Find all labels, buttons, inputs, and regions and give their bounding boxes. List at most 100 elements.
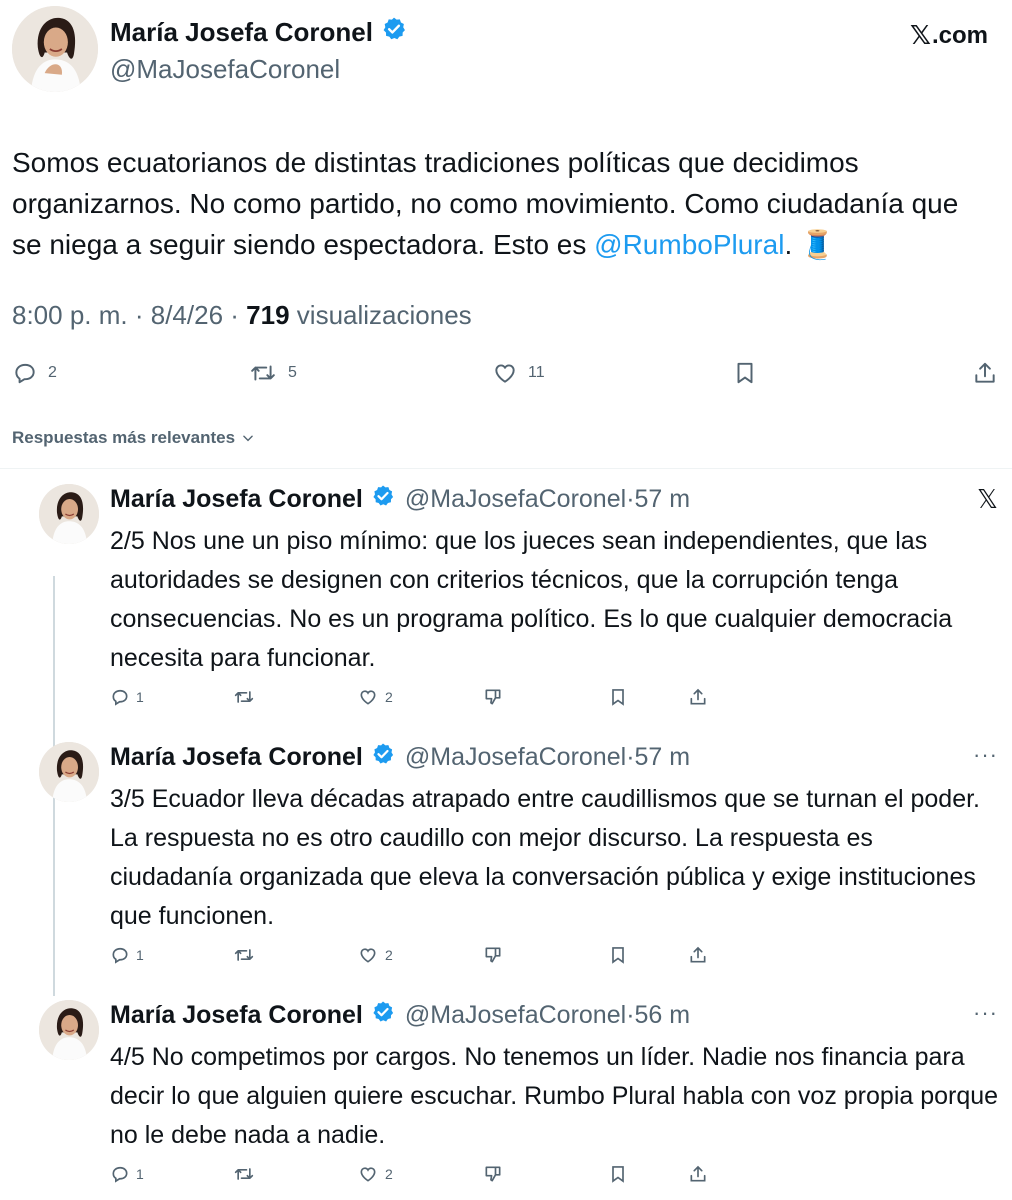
reply-action-bar: 1 2: [110, 687, 730, 711]
like-count: 2: [385, 689, 393, 705]
reply-avatar[interactable]: [39, 484, 99, 544]
author-handle[interactable]: @MaJosefaCoronel: [405, 1001, 626, 1030]
reply-age[interactable]: 56 m: [635, 1001, 691, 1030]
reply-icon: [112, 1166, 128, 1183]
x-logo-icon: 𝕏: [910, 20, 931, 50]
reply-text: 3/5 Ecuador lleva décadas atrapado entre…: [110, 785, 981, 930]
share-icon: [690, 946, 706, 963]
author-name[interactable]: María Josefa Coronel: [110, 1001, 363, 1030]
author-name[interactable]: María Josefa Coronel: [110, 743, 363, 772]
share-icon: [975, 362, 995, 383]
bookmark-icon: [737, 362, 753, 384]
share-button[interactable]: [688, 945, 708, 965]
dislike-button[interactable]: [483, 1164, 503, 1184]
more-dots-icon[interactable]: ···: [973, 742, 998, 768]
dislike-button[interactable]: [483, 945, 503, 965]
author-name[interactable]: María Josefa Coronel: [110, 485, 363, 514]
reply-count: 1: [136, 689, 144, 705]
reply-age[interactable]: 57 m: [635, 743, 691, 772]
author-handle[interactable]: @MaJosefaCoronel: [110, 54, 340, 85]
bookmark-icon: [612, 689, 624, 706]
author-name-row: María Josefa Coronel: [110, 16, 407, 49]
reply-age[interactable]: 57 m: [635, 485, 691, 514]
reply-button[interactable]: 2: [12, 360, 57, 386]
more-dots-icon[interactable]: ···: [973, 1000, 998, 1026]
repost-icon: [234, 1168, 254, 1180]
tweet-time[interactable]: 8:00 p. m.: [12, 300, 128, 330]
reply-count: 2: [48, 364, 57, 381]
share-button[interactable]: [972, 360, 998, 386]
reply-tweet[interactable]: María Josefa Coronel @MaJosefaCoronel · …: [0, 728, 1012, 988]
chevron-down-icon: [243, 435, 253, 442]
reply-avatar[interactable]: [39, 1000, 99, 1060]
reply-count: 1: [136, 947, 144, 963]
views-label: visualizaciones: [296, 300, 472, 330]
share-icon: [690, 1165, 706, 1182]
repost-button[interactable]: [232, 1164, 256, 1184]
repost-icon: [234, 691, 254, 703]
reply-action-bar: 1 2: [110, 1164, 730, 1188]
reply-count: 1: [136, 1166, 144, 1182]
heart-icon: [360, 948, 376, 963]
reply-tweet[interactable]: María Josefa Coronel @MaJosefaCoronel · …: [0, 986, 1012, 1200]
repost-icon: [234, 949, 254, 961]
repost-button[interactable]: [232, 687, 256, 707]
dislike-icon: [485, 947, 501, 963]
dislike-icon: [485, 1166, 501, 1182]
replies-sort-dropdown[interactable]: Respuestas más relevantes: [12, 428, 255, 448]
divider: [0, 468, 1012, 469]
bookmark-icon: [612, 1166, 624, 1183]
like-count: 2: [385, 1166, 393, 1182]
like-button[interactable]: 2: [357, 687, 393, 707]
dislike-button[interactable]: [483, 687, 503, 707]
like-button[interactable]: 2: [357, 945, 393, 965]
site-domain: .com: [931, 21, 988, 49]
reply-icon: [15, 363, 35, 384]
avatar-image: [39, 742, 99, 802]
repost-button[interactable]: 5: [248, 360, 297, 386]
mention-link[interactable]: @RumboPlural: [594, 229, 784, 260]
reply-button[interactable]: 1: [110, 1164, 144, 1184]
tweet-text-tail: . 🧵: [784, 229, 835, 260]
tweet-date[interactable]: 8/4/26: [151, 300, 223, 330]
avatar-image: [39, 484, 99, 544]
tweet-meta: 8:00 p. m. · 8/4/26 · 719 visualizacione…: [12, 300, 472, 330]
verified-badge-icon: [371, 1000, 395, 1031]
bookmark-button[interactable]: [732, 360, 758, 386]
reply-header: María Josefa Coronel @MaJosefaCoronel · …: [110, 743, 691, 772]
verified-badge-icon: [371, 484, 395, 515]
like-count: 2: [385, 947, 393, 963]
bookmark-button[interactable]: [608, 1164, 628, 1184]
author-name[interactable]: María Josefa Coronel: [110, 17, 373, 48]
bookmark-button[interactable]: [608, 945, 628, 965]
like-button[interactable]: 11: [492, 360, 545, 386]
bookmark-button[interactable]: [608, 687, 628, 707]
repost-button[interactable]: [232, 945, 256, 965]
author-avatar[interactable]: [12, 6, 98, 92]
share-icon: [690, 688, 706, 705]
author-handle[interactable]: @MaJosefaCoronel: [405, 485, 626, 514]
bookmark-icon: [612, 947, 624, 964]
reply-text: 2/5 Nos une un piso mínimo: que los juec…: [110, 527, 953, 672]
reply-header: María Josefa Coronel @MaJosefaCoronel · …: [110, 1000, 691, 1031]
site-brand: 𝕏 .com: [910, 20, 988, 51]
repost-icon: [251, 365, 275, 381]
reply-action-bar: 1 2: [110, 945, 730, 969]
views-count: 719: [246, 300, 290, 330]
like-button[interactable]: 2: [357, 1164, 393, 1184]
share-button[interactable]: [688, 687, 708, 707]
avatar-image: [12, 6, 98, 92]
verified-badge-icon: [381, 16, 407, 49]
author-handle[interactable]: @MaJosefaCoronel: [405, 743, 626, 772]
reply-text: 4/5 No competimos por cargos. No tenemos…: [110, 1043, 999, 1149]
share-button[interactable]: [688, 1164, 708, 1184]
repost-count: 5: [288, 364, 297, 381]
reply-button[interactable]: 1: [110, 945, 144, 965]
x-logo-icon: 𝕏: [977, 484, 998, 514]
reply-button[interactable]: 1: [110, 687, 144, 707]
avatar-image: [39, 1000, 99, 1060]
reply-avatar[interactable]: [39, 742, 99, 802]
reply-tweet[interactable]: María Josefa Coronel @MaJosefaCoronel · …: [0, 470, 1012, 730]
reply-header: María Josefa Coronel @MaJosefaCoronel · …: [110, 484, 691, 515]
dislike-icon: [485, 689, 501, 705]
